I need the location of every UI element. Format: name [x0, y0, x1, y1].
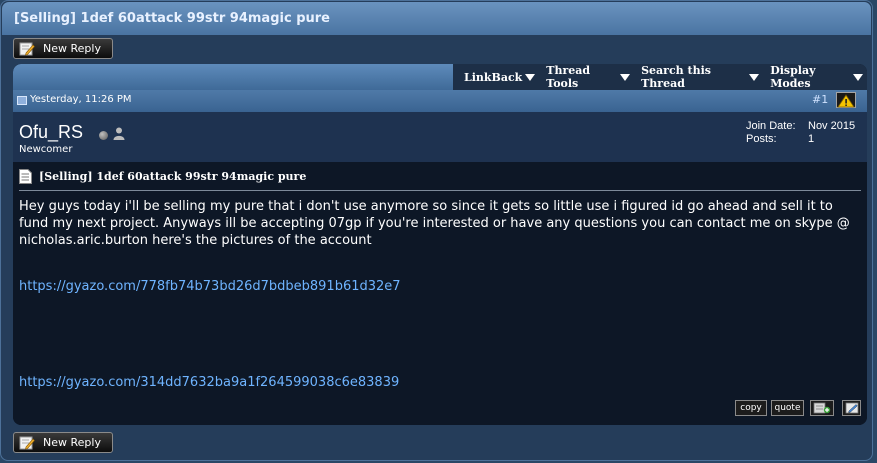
- post-content: [Selling] 1def 60attack 99str 94magic pu…: [13, 162, 867, 425]
- post-message: Hey guys today i'll be selling my pure t…: [19, 199, 850, 248]
- search-thread-menu[interactable]: Search this Thread: [641, 64, 760, 90]
- user-info-panel: Ofu_RS Newcomer Join Date: Nov 2015 Post…: [13, 112, 867, 162]
- post-title-row: [Selling] 1def 60attack 99str 94magic pu…: [19, 169, 306, 184]
- thread-title: [Selling] 1def 60attack 99str 94magic pu…: [14, 11, 330, 26]
- username-link[interactable]: Ofu_RS: [19, 122, 83, 143]
- post-header: Yesterday, 11:26 PM #1: [13, 90, 867, 112]
- copy-button[interactable]: copy: [735, 400, 767, 416]
- multiquote-icon: [813, 402, 831, 414]
- user-icon[interactable]: [113, 127, 125, 140]
- quick-reply-button[interactable]: [842, 400, 861, 416]
- quick-reply-icon: [845, 402, 858, 414]
- chevron-down-icon: [853, 73, 863, 81]
- message-link-2[interactable]: https://gyazo.com/314dd7632ba9a1f2645990…: [19, 375, 399, 390]
- chevron-down-icon: [749, 73, 760, 81]
- posts-value: 1: [808, 133, 815, 145]
- offline-dot-icon: [99, 131, 108, 140]
- display-modes-menu[interactable]: Display Modes: [770, 64, 863, 90]
- search-thread-label: Search this Thread: [641, 64, 711, 90]
- thread-title-bar: [Selling] 1def 60attack 99str 94magic pu…: [2, 2, 871, 35]
- user-title: Newcomer: [19, 144, 73, 155]
- report-button[interactable]: [836, 92, 856, 108]
- new-reply-label: New Reply: [43, 436, 101, 449]
- multiquote-button[interactable]: [810, 400, 834, 416]
- post-number-link[interactable]: #1: [812, 93, 828, 106]
- pencil-icon: [19, 436, 35, 449]
- post-status-icon: [17, 96, 27, 105]
- warning-icon: [837, 94, 855, 108]
- post-date: Yesterday, 11:26 PM: [30, 94, 132, 105]
- message-link-1[interactable]: https://gyazo.com/778fb74b73bd26d7bdbeb8…: [19, 279, 401, 294]
- display-modes-label: Display Modes: [770, 64, 816, 90]
- thread-tools-menu[interactable]: Thread Tools: [546, 64, 631, 90]
- linkback-label: LinkBack: [464, 70, 523, 84]
- toolbar-spacer: [13, 64, 453, 90]
- new-reply-label: New Reply: [43, 42, 101, 55]
- linkback-menu[interactable]: LinkBack: [464, 70, 536, 84]
- pencil-icon: [19, 42, 35, 55]
- document-icon: [19, 169, 32, 184]
- post-container: LinkBack Thread Tools Search this Thread…: [13, 64, 867, 425]
- join-date-value: Nov 2015: [808, 120, 856, 132]
- join-date-label: Join Date:: [746, 120, 796, 132]
- title-divider: [19, 190, 861, 191]
- toolbar-menu: LinkBack Thread Tools Search this Thread…: [453, 64, 867, 90]
- posts-label: Posts:: [746, 133, 777, 145]
- new-reply-button-top[interactable]: New Reply: [13, 38, 113, 59]
- user-stats: Join Date: Nov 2015 Posts: 1: [746, 120, 855, 145]
- new-reply-button-bottom[interactable]: New Reply: [13, 432, 113, 453]
- quote-button[interactable]: quote: [771, 400, 804, 416]
- chevron-down-icon: [525, 73, 536, 81]
- thread-toolbar: LinkBack Thread Tools Search this Thread…: [13, 64, 867, 90]
- post-title: [Selling] 1def 60attack 99str 94magic pu…: [39, 170, 307, 183]
- chevron-down-icon: [620, 73, 631, 81]
- thread-tools-label: Thread Tools: [546, 64, 591, 90]
